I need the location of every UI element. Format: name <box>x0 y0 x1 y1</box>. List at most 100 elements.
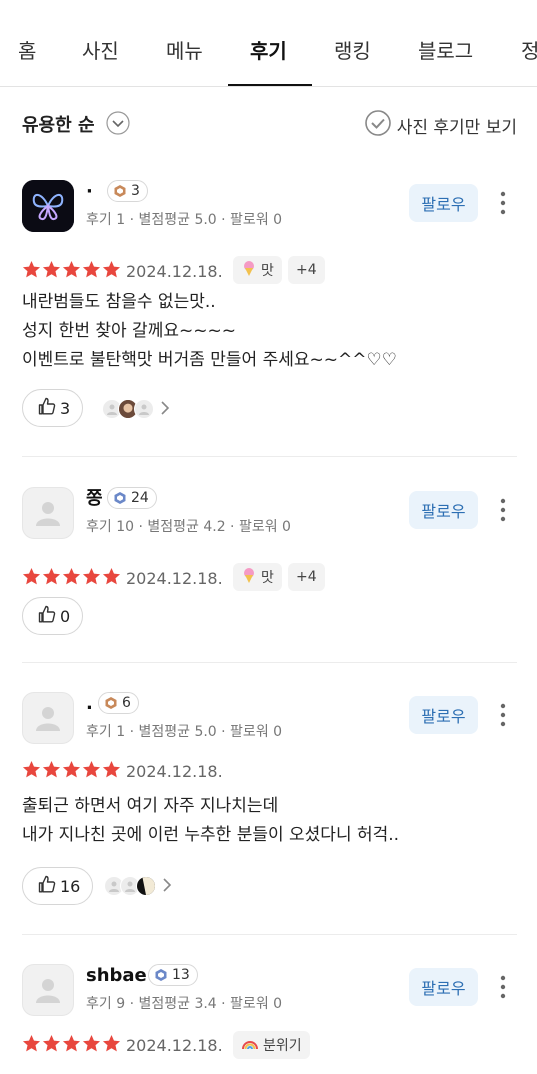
star-icon <box>82 567 101 585</box>
star-icon <box>22 1034 41 1052</box>
sort-dropdown[interactable]: 유용한 순 <box>22 111 95 137</box>
chevron-down-icon[interactable] <box>106 111 130 139</box>
level-badge: 13 <box>148 964 198 986</box>
tab-blog[interactable]: 블로그 <box>418 36 473 66</box>
star-icon <box>22 760 41 778</box>
keyword-tag[interactable]: 맛 <box>233 563 282 591</box>
reviewer-name[interactable]: . <box>86 692 93 716</box>
follow-button[interactable]: 팔로우 <box>409 696 478 734</box>
like-button[interactable]: 0 <box>22 597 84 635</box>
chevron-right-icon <box>162 877 172 896</box>
liker-avatars[interactable] <box>102 397 170 421</box>
follow-button[interactable]: 팔로우 <box>409 968 478 1006</box>
star-icon <box>22 567 41 585</box>
more-options-icon[interactable] <box>496 702 510 728</box>
keyword-tag[interactable]: 분위기 <box>233 1031 310 1059</box>
tab-menu[interactable]: 메뉴 <box>166 36 203 66</box>
level-icon <box>114 185 126 197</box>
default-avatar-icon <box>36 502 60 526</box>
sort-row: 유용한 순 사진 후기만 보기 <box>0 100 537 148</box>
level-badge-count: 3 <box>131 183 140 199</box>
more-tags[interactable]: +4 <box>288 256 325 284</box>
star-icon <box>82 760 101 778</box>
tab-info[interactable]: 정 <box>521 36 537 66</box>
avatar[interactable] <box>22 180 74 232</box>
thumbs-up-icon <box>37 604 57 628</box>
thumbs-up-icon <box>37 396 57 420</box>
review-date: 2024.12.18. <box>126 762 223 781</box>
review-text: 내란범들도 참을수 없는맛.. 성지 한번 찾아 갈께요~~~~ 이벤트로 불탄… <box>22 292 397 370</box>
star-icon <box>42 1034 61 1052</box>
keyword-tag-label: 분위기 <box>263 1038 302 1054</box>
star-icon <box>62 760 81 778</box>
star-icon <box>102 567 121 585</box>
level-badge: 6 <box>98 692 139 714</box>
star-icon <box>82 260 101 278</box>
reviewer-name[interactable]: 쫑 <box>86 487 103 511</box>
reviewer-stats: 후기 1 · 별점평균 5.0 · 팔로워 0 <box>86 724 283 740</box>
reviewer-name[interactable]: shbae <box>86 964 147 988</box>
active-tab-indicator <box>228 84 312 86</box>
rainbow-icon <box>241 1036 259 1054</box>
reviewer-stats: 후기 10 · 별점평균 4.2 · 팔로워 0 <box>86 519 291 535</box>
tab-bar: 홈 사진 메뉴 후기 랭킹 블로그 정 <box>0 0 537 87</box>
star-icon <box>62 260 81 278</box>
star-icon <box>102 260 121 278</box>
liker-avatar <box>136 876 156 896</box>
more-options-icon[interactable] <box>496 497 510 523</box>
more-options-icon[interactable] <box>496 974 510 1000</box>
liker-avatar <box>134 399 154 419</box>
divider <box>22 934 517 935</box>
review-text: 출퇴근 하면서 여기 자주 지나치는데 내가 지나친 곳에 이런 누추한 분들이… <box>22 796 400 845</box>
star-rating <box>22 260 121 284</box>
level-badge: 3 <box>107 180 148 202</box>
photo-only-toggle[interactable]: 사진 후기만 보기 <box>364 110 517 141</box>
tab-photos[interactable]: 사진 <box>82 36 119 66</box>
review-date: 2024.12.18. <box>126 1036 223 1055</box>
keyword-tag[interactable]: 맛 <box>233 256 282 284</box>
reviewer-stats: 후기 9 · 별점평균 3.4 · 팔로워 0 <box>86 996 283 1012</box>
review-date: 2024.12.18. <box>126 569 223 588</box>
like-button[interactable]: 3 <box>22 389 84 427</box>
like-count: 0 <box>60 606 71 626</box>
like-count: 16 <box>60 876 81 896</box>
star-icon <box>62 1034 81 1052</box>
icecream-icon <box>241 260 257 280</box>
photo-only-label: 사진 후기만 보기 <box>396 118 517 138</box>
reviewer-name[interactable]: · <box>86 180 93 204</box>
star-icon <box>22 260 41 278</box>
star-icon <box>42 760 61 778</box>
tab-reviews[interactable]: 후기 <box>250 36 287 66</box>
like-count: 3 <box>60 398 71 418</box>
chevron-right-icon <box>160 400 170 419</box>
avatar[interactable] <box>22 692 74 744</box>
liker-avatars[interactable] <box>104 874 172 898</box>
tab-ranking[interactable]: 랭킹 <box>334 36 371 66</box>
star-icon <box>62 567 81 585</box>
follow-button[interactable]: 팔로우 <box>409 184 478 222</box>
default-avatar-icon <box>36 979 60 1003</box>
level-badge-count: 24 <box>131 490 149 506</box>
check-circle-icon <box>364 110 391 141</box>
like-button[interactable]: 16 <box>22 867 94 905</box>
keyword-tag-label: 맛 <box>261 570 274 586</box>
level-badge-count: 6 <box>122 695 131 711</box>
review-date: 2024.12.18. <box>126 262 223 281</box>
icecream-icon <box>241 567 257 587</box>
divider <box>22 662 517 663</box>
level-badge: 24 <box>107 487 157 509</box>
divider <box>22 456 517 457</box>
avatar[interactable] <box>22 487 74 539</box>
more-tags[interactable]: +4 <box>288 563 325 591</box>
star-icon <box>82 1034 101 1052</box>
avatar[interactable] <box>22 964 74 1016</box>
star-icon <box>102 760 121 778</box>
follow-button[interactable]: 팔로우 <box>409 491 478 529</box>
star-icon <box>42 260 61 278</box>
keyword-tag-label: 맛 <box>261 263 274 279</box>
more-options-icon[interactable] <box>496 190 510 216</box>
star-icon <box>102 1034 121 1052</box>
tab-home[interactable]: 홈 <box>18 36 36 66</box>
reviewer-stats: 후기 1 · 별점평균 5.0 · 팔로워 0 <box>86 212 283 228</box>
level-icon <box>114 492 126 504</box>
